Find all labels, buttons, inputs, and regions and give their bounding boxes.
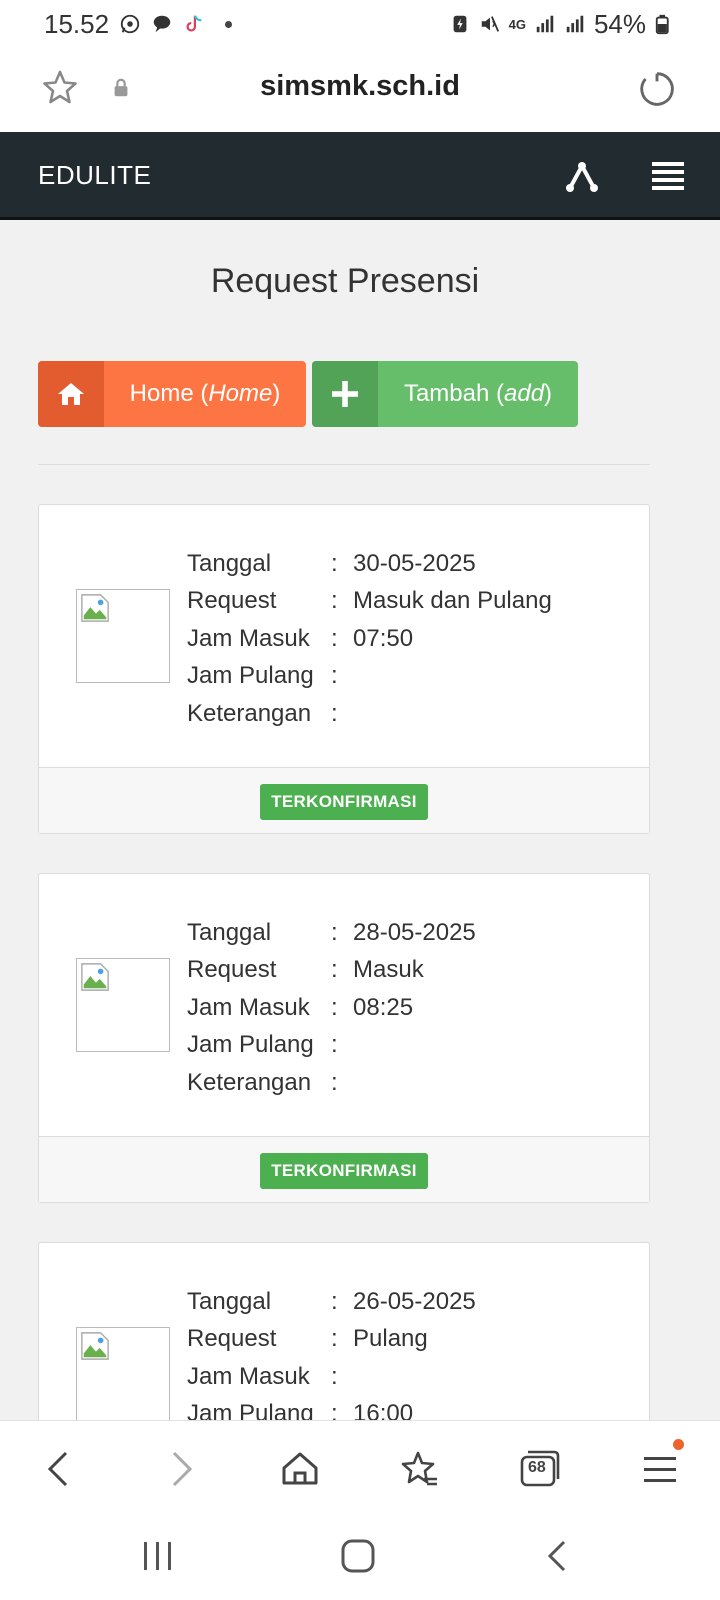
reload-icon[interactable] <box>634 66 680 112</box>
tabs-count: 68 <box>528 1459 546 1476</box>
colon: : <box>331 699 338 727</box>
dot-icon <box>225 20 233 28</box>
home-button[interactable]: Home (Home) <box>38 361 306 427</box>
app-navbar: EDULITE <box>0 132 720 220</box>
label-keterangan: Keterangan <box>187 699 312 727</box>
signal-icon <box>566 15 584 33</box>
status-badge: TERKONFIRMASI <box>260 1153 428 1189</box>
value-request: Pulang <box>353 1325 428 1353</box>
forward-icon[interactable] <box>154 1443 206 1495</box>
colon: : <box>331 1287 338 1315</box>
whatsapp-icon <box>120 14 140 34</box>
battery-icon <box>655 14 669 35</box>
attendance-card: Tanggal:30-05-2025 Request: Masuk dan Pul… <box>38 504 650 834</box>
plus-icon <box>312 361 378 427</box>
colon: : <box>331 1031 338 1059</box>
status-time: 15.52 <box>44 8 110 39</box>
home-icon <box>38 361 104 427</box>
system-navigation-bar <box>0 1516 720 1600</box>
home-button-icon[interactable] <box>338 1536 378 1576</box>
label-tanggal: Tanggal <box>187 918 272 946</box>
label-request: Request <box>187 956 277 984</box>
browser-url-bar: simsmk.sch.id <box>0 48 720 132</box>
colon: : <box>331 918 338 946</box>
status-badge: TERKONFIRMASI <box>260 784 428 820</box>
label-request: Request <box>187 587 277 615</box>
colon: : <box>331 587 338 615</box>
add-button[interactable]: Tambah (add) <box>312 361 578 427</box>
chat-icon <box>153 15 171 33</box>
menu-icon[interactable] <box>634 1439 686 1495</box>
card-footer: TERKONFIRMASI <box>39 1136 649 1202</box>
home-icon[interactable] <box>274 1443 326 1495</box>
label-jam-pulang: Jam Pulang <box>187 662 314 690</box>
label-jam-masuk: Jam Masuk <box>187 993 310 1021</box>
browser-toolbar: 68 <box>0 1420 720 1516</box>
signal-icon <box>536 15 554 33</box>
add-button-label: Tambah (add) <box>403 380 553 407</box>
divider <box>38 464 650 465</box>
value-tanggal: 26-05-2025 <box>353 1287 476 1315</box>
label-jam-masuk: Jam Masuk <box>187 624 310 652</box>
value-tanggal: 28-05-2025 <box>353 918 476 946</box>
tabs-icon[interactable]: 68 <box>514 1443 566 1495</box>
battery-saver-icon <box>453 15 467 33</box>
back-nav-icon[interactable] <box>538 1536 578 1576</box>
network-4g-icon: 4G <box>508 16 526 32</box>
label-tanggal: Tanggal <box>187 549 272 577</box>
colon: : <box>331 1325 338 1353</box>
broken-image-icon <box>76 958 170 1052</box>
attendance-details: Tanggal:28-05-2025 Request: Masuk Jam Mas… <box>187 914 476 1102</box>
broken-image-icon <box>76 589 170 683</box>
card-footer: TERKONFIRMASI <box>39 767 649 833</box>
tiktok-icon <box>186 15 202 32</box>
page-title: Request Presensi <box>210 262 480 300</box>
home-button-label: Home (Home) <box>129 380 281 407</box>
label-keterangan: Keterangan <box>187 1068 312 1096</box>
colon: : <box>331 956 338 984</box>
mute-icon <box>481 16 499 32</box>
value-jam-masuk: 07:50 <box>353 624 414 652</box>
label-request: Request <box>187 1325 277 1353</box>
hamburger-menu-icon[interactable] <box>652 162 684 190</box>
colon: : <box>331 1362 338 1390</box>
label-tanggal: Tanggal <box>187 1287 272 1315</box>
battery-percent: 54% <box>593 8 646 39</box>
status-bar: 15.52 4G 54% <box>0 0 720 48</box>
value-request: Masuk <box>353 956 424 984</box>
bookmarks-icon[interactable] <box>394 1443 446 1495</box>
colon: : <box>331 993 338 1021</box>
colon: : <box>331 624 338 652</box>
attendance-details: Tanggal:30-05-2025 Request: Masuk dan Pul… <box>187 545 552 733</box>
value-jam-masuk: 08:25 <box>353 993 414 1021</box>
recent-apps-icon[interactable] <box>138 1536 178 1576</box>
brand-logo-text[interactable]: EDULITE <box>38 160 151 191</box>
lock-icon <box>114 78 128 97</box>
value-tanggal: 30-05-2025 <box>353 549 476 577</box>
label-jam-pulang: Jam Pulang <box>187 1031 314 1059</box>
broken-image-icon <box>76 1327 170 1421</box>
share-icon[interactable] <box>564 158 600 194</box>
url-text[interactable]: simsmk.sch.id <box>0 70 720 103</box>
label-jam-masuk: Jam Masuk <box>187 1362 310 1390</box>
colon: : <box>331 549 338 577</box>
colon: : <box>331 1068 338 1096</box>
value-request: Masuk dan Pulang <box>353 587 552 615</box>
back-icon[interactable] <box>34 1443 86 1495</box>
colon: : <box>331 662 338 690</box>
star-icon[interactable] <box>40 68 80 108</box>
attendance-card: Tanggal:28-05-2025 Request: Masuk Jam Mas… <box>38 873 650 1203</box>
notification-dot <box>673 1439 684 1450</box>
